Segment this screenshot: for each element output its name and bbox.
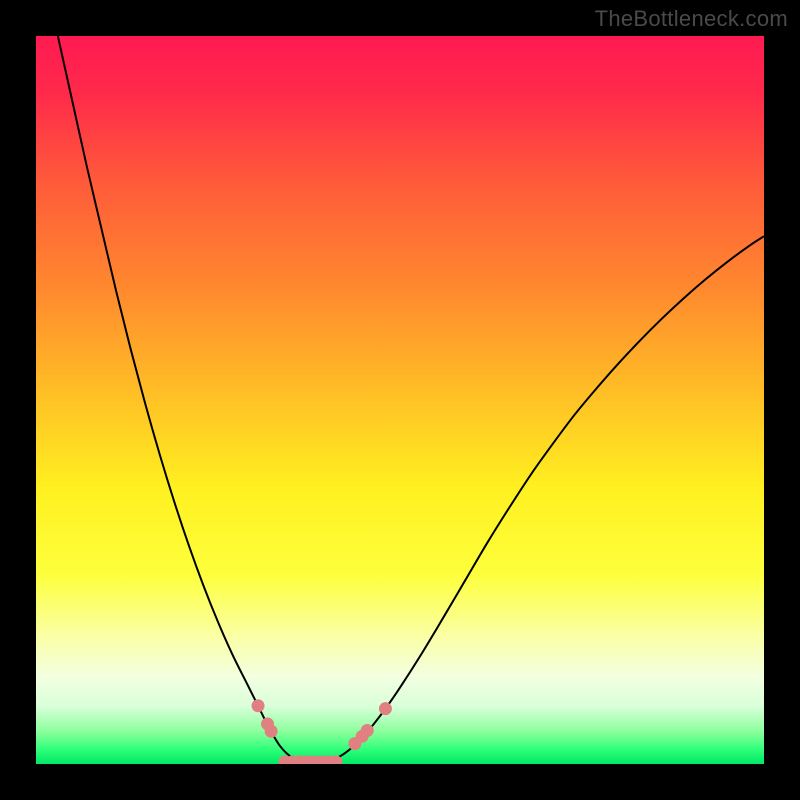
data-marker bbox=[265, 725, 278, 738]
data-marker bbox=[252, 699, 265, 712]
marker-layer bbox=[36, 36, 764, 764]
data-marker bbox=[361, 724, 374, 737]
data-marker bbox=[379, 702, 392, 715]
plot-area bbox=[36, 36, 764, 764]
watermark-text: TheBottleneck.com bbox=[595, 6, 788, 32]
